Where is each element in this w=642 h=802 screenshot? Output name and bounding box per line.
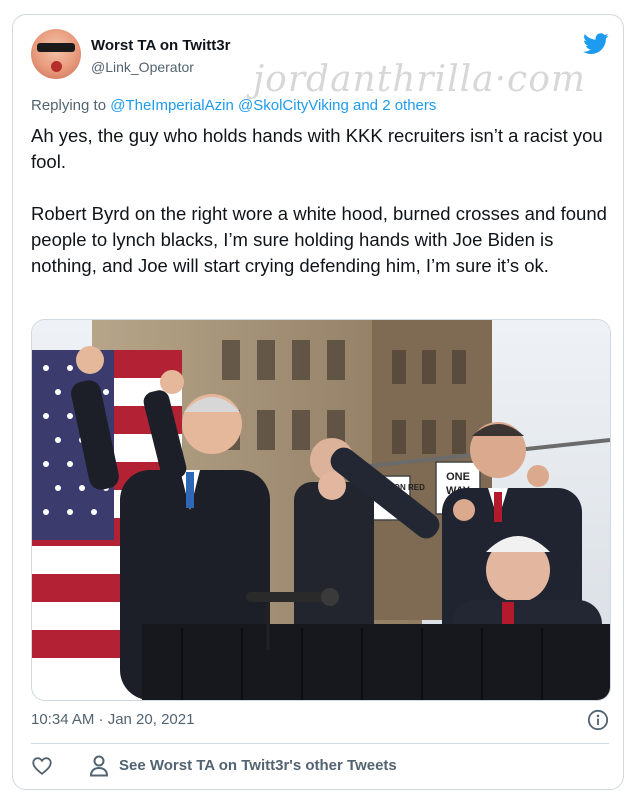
tweet-paragraph: Ah yes, the guy who holds hands with KKK… xyxy=(31,125,603,172)
tweet-timestamp[interactable]: 10:34 AM · Jan 20, 2021 xyxy=(31,711,194,728)
sign-text: ONE xyxy=(446,471,470,483)
twitter-bird-icon[interactable] xyxy=(583,33,609,55)
replying-to: Replying to @TheImperialAzin @SkolCityVi… xyxy=(31,97,436,114)
mention-link[interactable]: @SkolCityViking xyxy=(238,97,349,114)
photo-scene: NO TURN ON RED ONE WAY xyxy=(32,320,610,700)
divider xyxy=(31,743,609,744)
display-name[interactable]: Worst TA on Twitt3r xyxy=(91,37,230,54)
reply-prefix: Replying to xyxy=(31,97,107,114)
avatar[interactable] xyxy=(31,29,81,79)
others-link[interactable]: and 2 others xyxy=(353,97,436,114)
mention-link[interactable]: @TheImperialAzin xyxy=(110,97,234,114)
watermark: jordanthrilla·com xyxy=(253,59,587,100)
tweet-card[interactable]: Worst TA on Twitt3r @Link_Operator jorda… xyxy=(12,14,624,790)
tweet-photo[interactable]: NO TURN ON RED ONE WAY xyxy=(31,319,611,701)
see-more-tweets-link[interactable]: See Worst TA on Twitt3r's other Tweets xyxy=(119,757,397,774)
person-icon xyxy=(89,755,109,777)
tweet-paragraph: Robert Byrd on the right wore a white ho… xyxy=(31,203,607,276)
user-handle[interactable]: @Link_Operator xyxy=(91,59,194,75)
tweet-text: Ah yes, the guy who holds hands with KKK… xyxy=(31,123,609,279)
heart-icon[interactable] xyxy=(31,755,53,777)
info-icon[interactable] xyxy=(587,709,609,731)
